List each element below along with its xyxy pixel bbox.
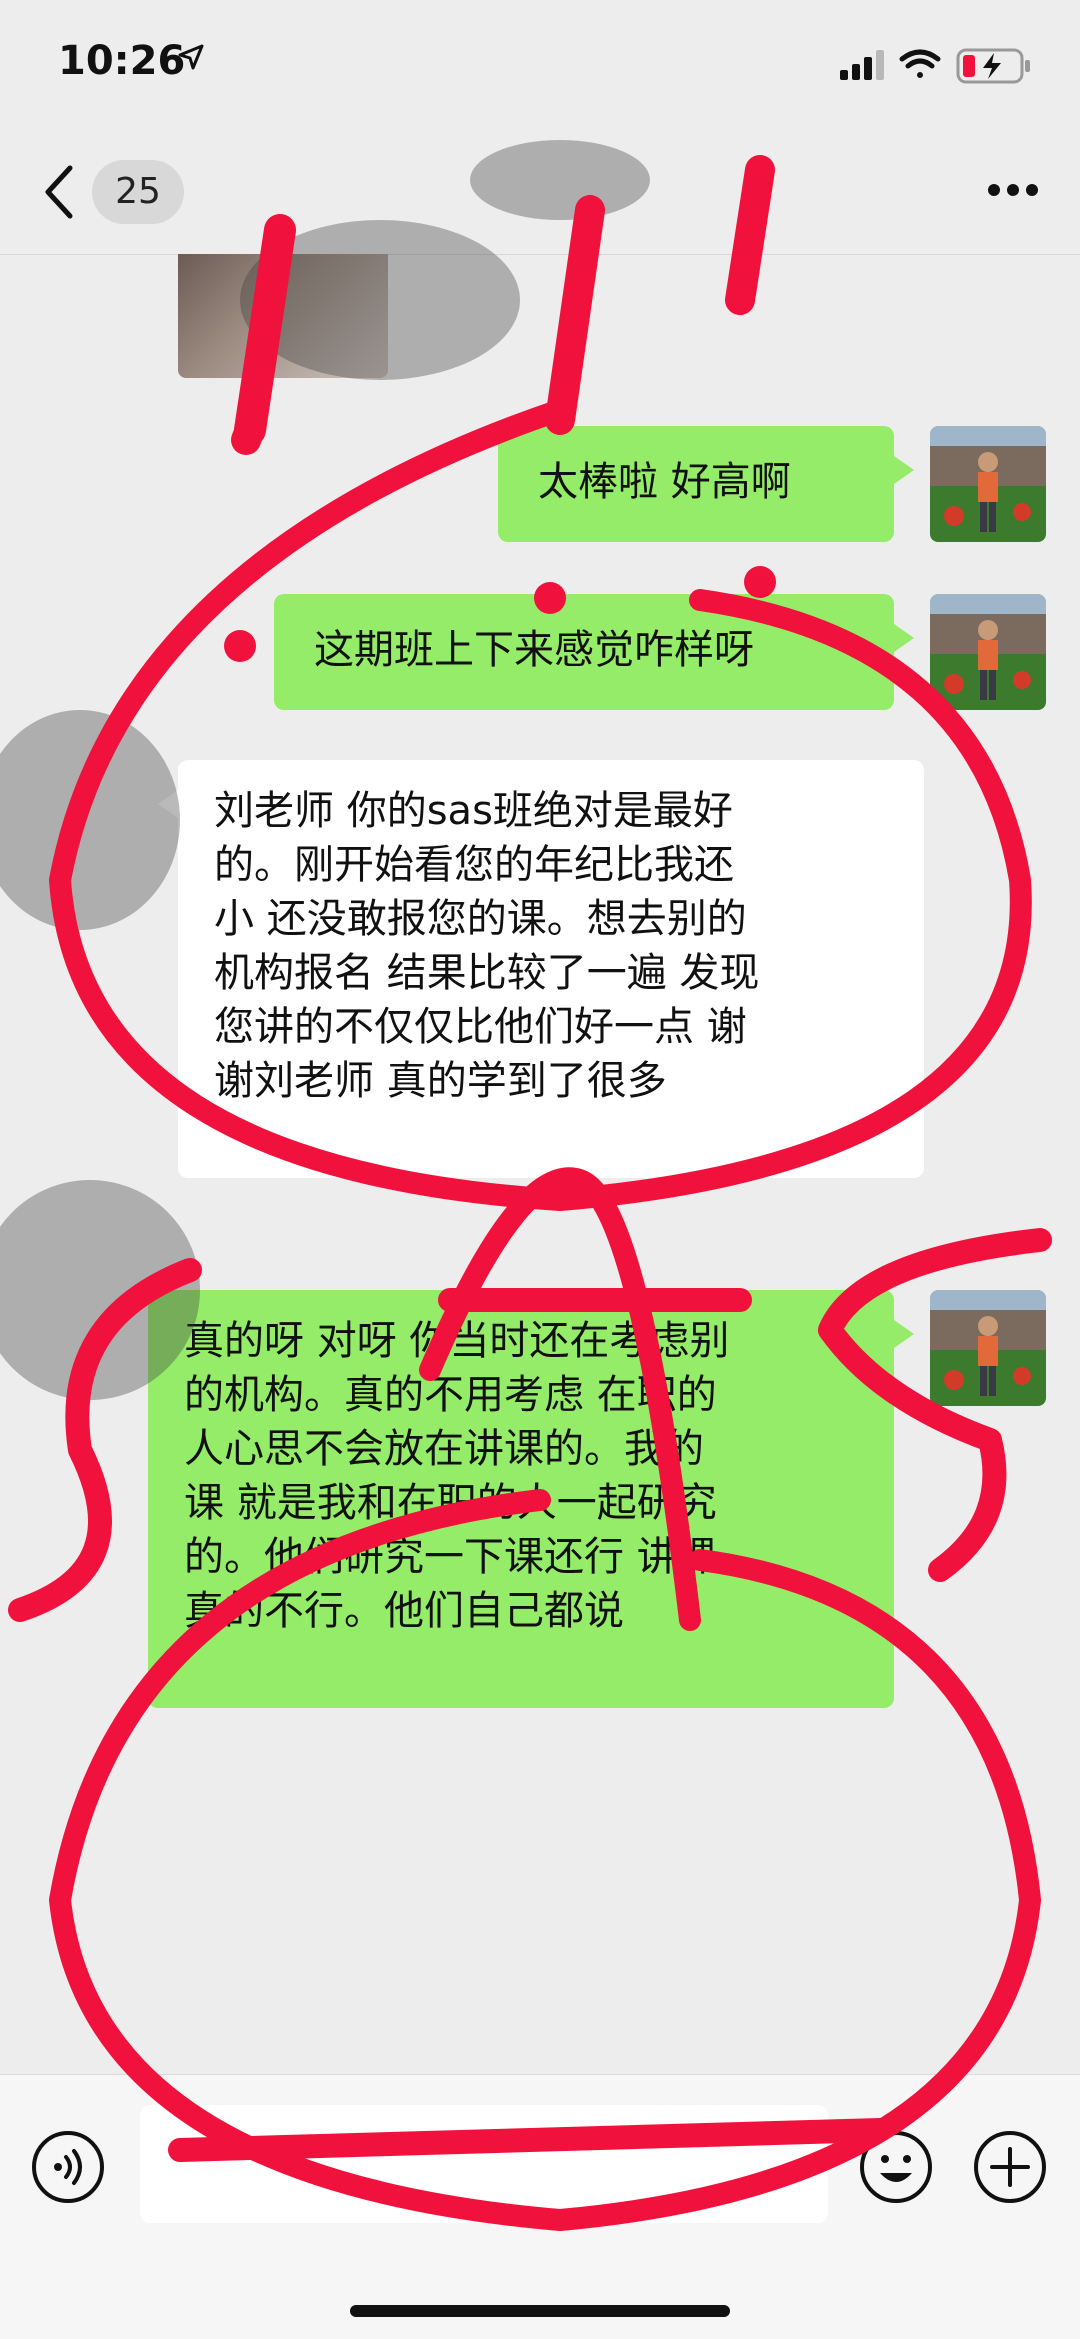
- message-text-line: 机构报名 结果比较了一遍 发现: [214, 950, 760, 996]
- wifi-icon: [899, 49, 941, 78]
- message-text-line: 人心思不会放在讲课的。我的: [184, 1426, 704, 1472]
- back-chevron-icon[interactable]: [40, 160, 80, 224]
- message-bubble[interactable]: 真的呀 对呀 你当时还在考虑别 的机构。真的不用考虑 在职的 人心思不会放在讲课…: [148, 1290, 914, 1708]
- message-bubble[interactable]: 太棒啦 好高啊: [498, 426, 914, 542]
- location-arrow-icon: [178, 44, 204, 70]
- message-text-line: 的。刚开始看您的年纪比我还: [214, 842, 734, 888]
- more-icon[interactable]: [986, 182, 1040, 198]
- system-status-icons: [840, 48, 1030, 84]
- chat-message-list[interactable]: 太棒啦 好高啊 这期班上下来感觉咋样呀 刘老师 你的sas班绝对是最好 的。刚开…: [0, 254, 1080, 2074]
- voice-icon[interactable]: [30, 2129, 106, 2205]
- image-message[interactable]: [178, 254, 388, 378]
- message-input[interactable]: [140, 2105, 828, 2223]
- avatar[interactable]: [930, 594, 1046, 710]
- message-text-line: 的。他们研究一下课还行 讲课: [184, 1534, 717, 1580]
- message-text-line: 小 还没敢报您的课。想去别的: [214, 896, 747, 942]
- message-text-line: 刘老师 你的sas班绝对是最好: [214, 788, 733, 834]
- message-bubble[interactable]: 这期班上下来感觉咋样呀: [274, 594, 914, 710]
- avatar[interactable]: [930, 1290, 1046, 1406]
- home-indicator: [350, 2305, 730, 2317]
- emoji-icon[interactable]: [858, 2129, 934, 2205]
- message-text-line: 的机构。真的不用考虑 在职的: [184, 1372, 717, 1418]
- message-text-line: 真的呀 对呀 你当时还在考虑别: [184, 1318, 730, 1364]
- message-bubble[interactable]: 刘老师 你的sas班绝对是最好 的。刚开始看您的年纪比我还 小 还没敢报您的课。…: [158, 760, 924, 1178]
- message-text: 这期班上下来感觉咋样呀: [314, 627, 754, 673]
- avatar[interactable]: [930, 426, 1046, 542]
- message-input-bar: [0, 2074, 1080, 2339]
- status-bar: 10:26: [0, 0, 1080, 130]
- message-text-line: 谢刘老师 真的学到了很多: [214, 1058, 667, 1104]
- message-text: 太棒啦 好高啊: [538, 459, 791, 505]
- unread-count-badge[interactable]: 25: [92, 160, 184, 224]
- plus-icon[interactable]: [972, 2129, 1048, 2205]
- battery-icon: [956, 48, 1030, 84]
- chat-nav-bar: 25: [0, 130, 1080, 255]
- message-text-line: 真的不行。他们自己都说: [184, 1588, 624, 1634]
- signal-icon: [840, 50, 884, 80]
- message-text-line: 课 就是我和在职的人一起研究: [184, 1480, 717, 1526]
- message-text-line: 您讲的不仅仅比他们好一点 谢: [214, 1004, 747, 1050]
- status-time: 10:26: [58, 38, 186, 84]
